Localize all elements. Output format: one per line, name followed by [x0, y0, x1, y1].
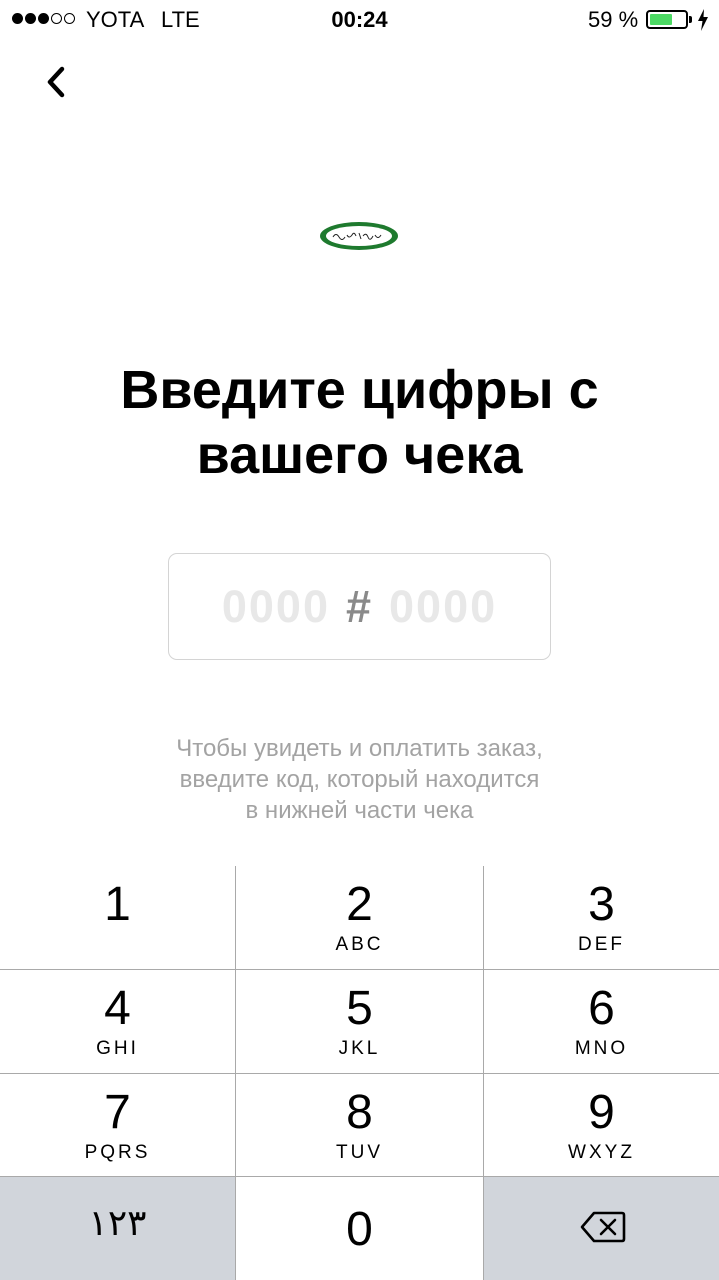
key-4[interactable]: 4 GHI — [0, 970, 235, 1073]
key-9[interactable]: 9 WXYZ — [484, 1074, 719, 1176]
key-5[interactable]: 5 JKL — [236, 970, 483, 1073]
key-digit: 4 — [104, 982, 131, 1035]
title-line-2: вашего чека — [196, 425, 523, 485]
key-letters: ABC — [335, 934, 384, 955]
numeric-keypad: 1 2 ABC 3 DEF 4 GHI 5 JKL 6 MNO 7 PQRS 8… — [0, 866, 719, 1280]
battery-icon — [646, 10, 688, 29]
key-letters: PQRS — [84, 1142, 151, 1163]
receipt-code-input[interactable]: 0000 # 0000 — [168, 553, 551, 660]
delete-key[interactable] — [484, 1177, 719, 1280]
hint-text: Чтобы увидеть и оплатить заказ, введите … — [60, 733, 659, 826]
key-1[interactable]: 1 — [0, 866, 235, 969]
title-line-1: Введите цифры с — [120, 360, 599, 420]
battery-tip — [689, 16, 692, 23]
battery-percent: 59 % — [588, 7, 639, 32]
key-digit: 8 — [346, 1086, 373, 1139]
key-letters: MNO — [574, 1038, 629, 1059]
status-bar: YOTA LTE 00:24 59 % — [0, 0, 719, 40]
key-3[interactable]: 3 DEF — [484, 866, 719, 969]
brand-logo-icon — [320, 222, 398, 250]
hint-line-2: введите код, который находится — [179, 766, 540, 793]
key-digit: 6 — [588, 982, 615, 1035]
keypad-divider — [483, 866, 484, 1280]
keypad-divider — [0, 1176, 719, 1177]
key-2[interactable]: 2 ABC — [236, 866, 483, 969]
key-digit: 9 — [588, 1086, 615, 1139]
back-button[interactable] — [40, 62, 74, 102]
backspace-icon — [580, 1211, 626, 1243]
key-letters: GHI — [96, 1038, 139, 1059]
key-letters: JKL — [338, 1038, 381, 1059]
key-6[interactable]: 6 MNO — [484, 970, 719, 1073]
key-digit: 3 — [588, 878, 615, 931]
key-digit: 2 — [346, 878, 373, 931]
keypad-divider — [235, 866, 236, 1280]
charging-bolt-icon — [698, 9, 708, 31]
hint-line-1: Чтобы увидеть и оплатить заказ, — [176, 735, 543, 762]
code-placeholder-left: 0000 — [221, 580, 330, 632]
keypad-divider — [0, 1073, 719, 1074]
key-8[interactable]: 8 TUV — [236, 1074, 483, 1176]
code-separator: # — [345, 580, 374, 632]
page-title: Введите цифры с вашего чека — [60, 358, 659, 488]
key-letters: DEF — [578, 934, 625, 955]
arabic-numerals-label: ١٢٣ — [88, 1203, 147, 1244]
key-digit: 7 — [104, 1086, 131, 1139]
key-letters: WXYZ — [568, 1142, 635, 1163]
key-0[interactable]: 0 — [236, 1177, 483, 1280]
key-switch-numerals[interactable]: ١٢٣ — [0, 1177, 235, 1280]
key-digit: 1 — [104, 878, 131, 931]
key-digit: 0 — [346, 1203, 373, 1256]
chevron-left-icon — [47, 66, 65, 98]
keypad-divider — [0, 969, 719, 970]
key-letters: TUV — [336, 1142, 383, 1163]
code-placeholder-right: 0000 — [389, 580, 498, 632]
hint-line-3: в нижней части чека — [245, 797, 474, 824]
key-digit: 5 — [346, 982, 373, 1035]
key-7[interactable]: 7 PQRS — [0, 1074, 235, 1176]
